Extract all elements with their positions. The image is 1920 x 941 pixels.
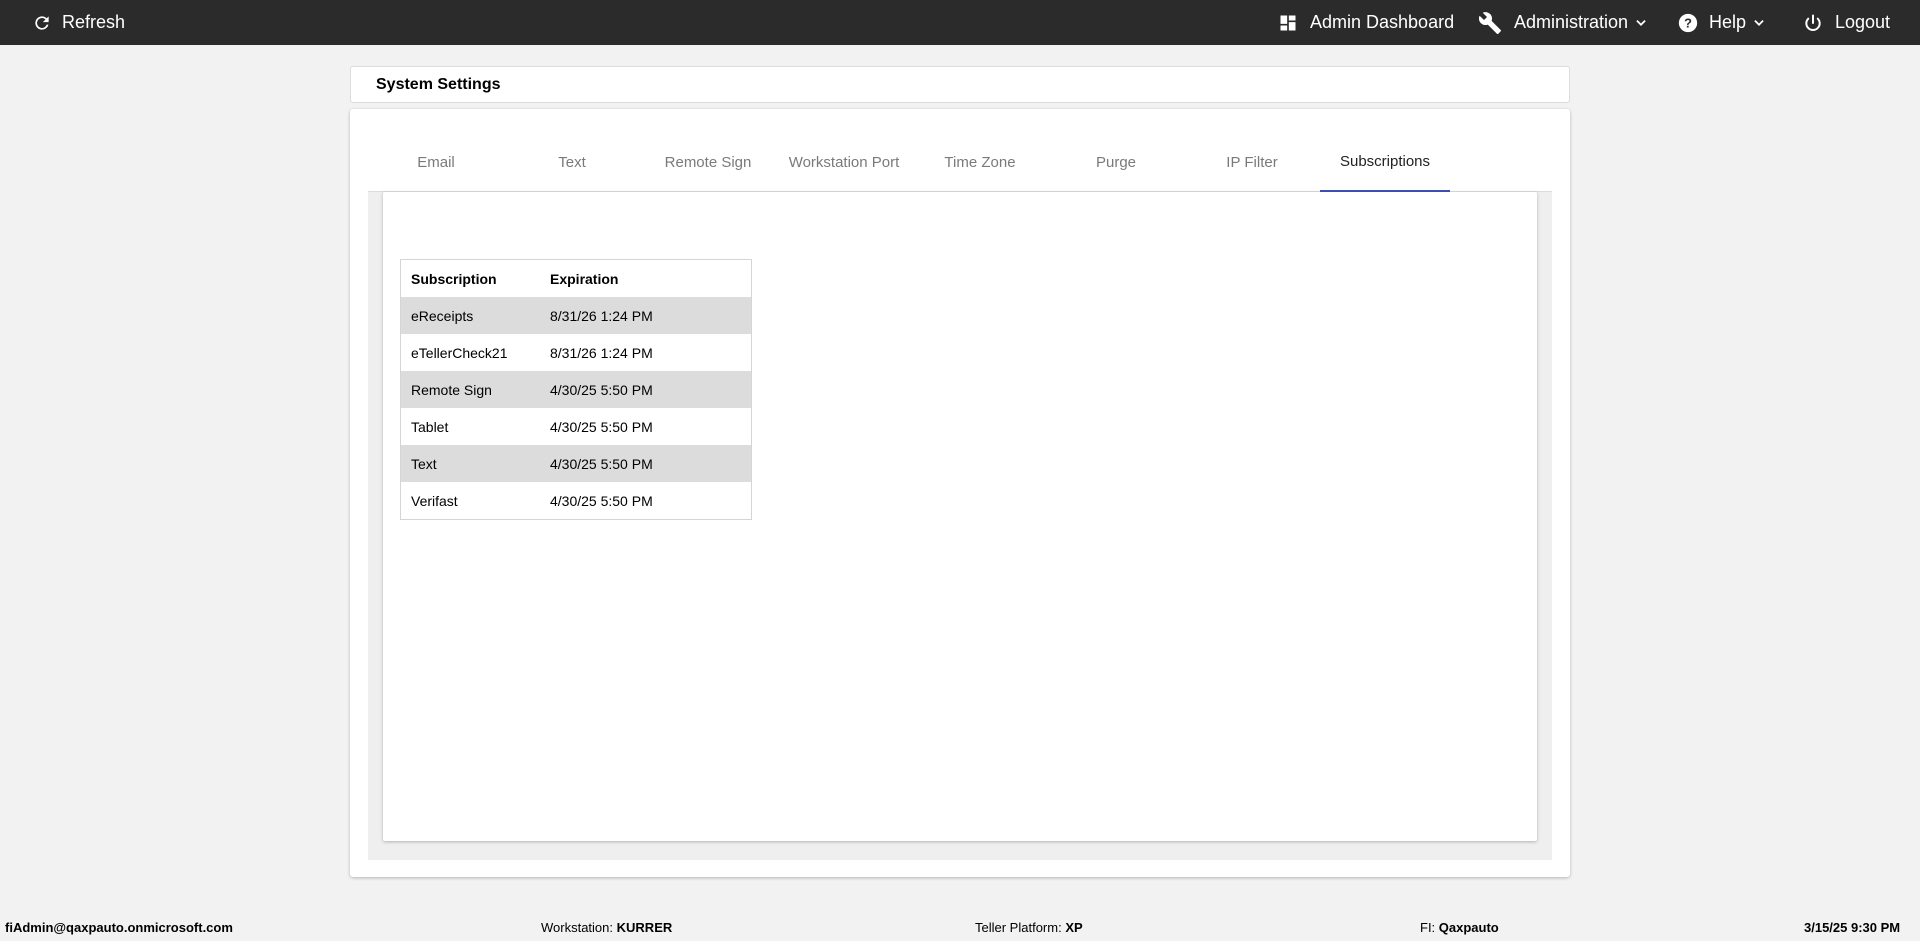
table-row: Verifast 4/30/25 5:50 PM <box>401 482 751 519</box>
table-row: eReceipts 8/31/26 1:24 PM <box>401 297 751 334</box>
table-row: Text 4/30/25 5:50 PM <box>401 445 751 482</box>
current-user: fiAdmin@qaxpauto.onmicrosoft.com <box>5 920 233 935</box>
refresh-icon <box>32 13 52 33</box>
refresh-label: Refresh <box>62 12 126 32</box>
tab-time-zone[interactable]: Time Zone <box>912 133 1048 191</box>
subscription-expiration: 4/30/25 5:50 PM <box>550 381 653 398</box>
subscriptions-table: Subscription Expiration eReceipts 8/31/2… <box>400 259 752 520</box>
workstation-label: Workstation: <box>541 920 614 935</box>
wrench-icon <box>1478 11 1502 35</box>
subscription-name: Text <box>411 455 437 472</box>
tab-remote-sign[interactable]: Remote Sign <box>640 133 776 191</box>
subscription-expiration: 4/30/25 5:50 PM <box>550 492 653 509</box>
logout-button[interactable]: Logout <box>1803 0 1890 45</box>
subscription-expiration: 4/30/25 5:50 PM <box>550 418 653 435</box>
table-row: eTellerCheck21 8/31/26 1:24 PM <box>401 334 751 371</box>
teller-platform-label: Teller Platform: <box>975 920 1062 935</box>
dashboard-icon <box>1278 13 1298 33</box>
subscription-name: Tablet <box>411 418 449 435</box>
power-icon <box>1803 13 1823 33</box>
status-bar: fiAdmin@qaxpauto.onmicrosoft.com Worksta… <box>0 915 1920 941</box>
administration-label: Administration <box>1514 12 1629 32</box>
page-title-card: System Settings <box>350 66 1570 103</box>
subscription-expiration: 8/31/26 1:24 PM <box>550 307 653 324</box>
subscription-name: eReceipts <box>411 307 474 324</box>
fi-info: FI: Qaxpauto <box>1420 920 1499 935</box>
workstation-value: KURRER <box>616 920 673 935</box>
tab-purge[interactable]: Purge <box>1048 133 1184 191</box>
subscription-name: Remote Sign <box>411 381 492 398</box>
table-row: Tablet 4/30/25 5:50 PM <box>401 408 751 445</box>
logout-label: Logout <box>1835 12 1891 32</box>
tab-ip-filter[interactable]: IP Filter <box>1184 133 1320 191</box>
column-header-subscription: Subscription <box>411 270 497 287</box>
chevron-down-icon <box>1634 16 1648 30</box>
table-header-row: Subscription Expiration <box>401 260 751 297</box>
subscription-name: Verifast <box>411 492 458 509</box>
page-title: System Settings <box>376 76 501 93</box>
fi-value: Qaxpauto <box>1438 920 1499 935</box>
admin-dashboard-label: Admin Dashboard <box>1310 12 1455 32</box>
svg-text:?: ? <box>1684 15 1692 30</box>
subscription-expiration: 8/31/26 1:24 PM <box>550 344 653 361</box>
teller-platform-info: Teller Platform: XP <box>975 920 1083 935</box>
chevron-down-icon <box>1752 16 1766 30</box>
table-row: Remote Sign 4/30/25 5:50 PM <box>401 371 751 408</box>
subscription-name: eTellerCheck21 <box>411 344 508 361</box>
settings-tabs: Email Text Remote Sign Workstation Port … <box>368 133 1552 192</box>
current-datetime: 3/15/25 9:30 PM <box>1804 920 1901 935</box>
tab-workstation-port[interactable]: Workstation Port <box>776 133 912 191</box>
teller-platform-value: XP <box>1065 920 1083 935</box>
column-header-expiration: Expiration <box>550 270 619 287</box>
help-menu[interactable]: ? Help <box>1677 0 1766 45</box>
help-label: Help <box>1709 12 1747 32</box>
workstation-info: Workstation: KURRER <box>541 920 672 935</box>
admin-dashboard-button[interactable]: Admin Dashboard <box>1278 0 1454 45</box>
administration-menu[interactable]: Administration <box>1478 0 1648 45</box>
fi-label: FI: <box>1420 920 1436 935</box>
refresh-button[interactable]: Refresh <box>32 0 125 45</box>
tab-email[interactable]: Email <box>368 133 504 191</box>
tab-text[interactable]: Text <box>504 133 640 191</box>
top-nav-bar: Refresh Admin Dashboard Administration ?… <box>0 0 1920 45</box>
subscription-expiration: 4/30/25 5:50 PM <box>550 455 653 472</box>
help-icon: ? <box>1677 12 1699 34</box>
tab-subscriptions[interactable]: Subscriptions <box>1320 133 1450 192</box>
